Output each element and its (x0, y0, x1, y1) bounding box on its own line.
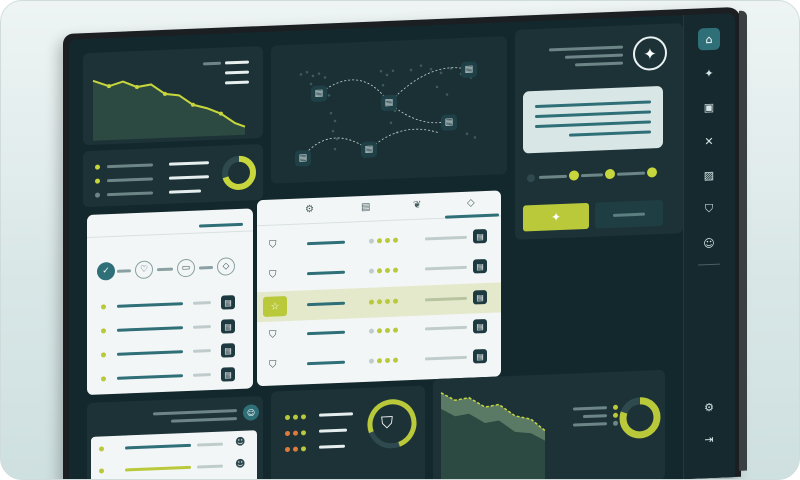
people-list: ☻ ☻ (91, 430, 257, 479)
check-shield-icon[interactable]: ✓ (97, 261, 115, 281)
secondary-button[interactable] (595, 199, 663, 229)
slider-step[interactable] (605, 168, 615, 180)
box-icon[interactable]: ◇ (467, 197, 475, 208)
placeholder-line (549, 45, 623, 52)
placeholder-line (575, 61, 623, 67)
clipboard-icon[interactable]: ▣ (698, 96, 720, 119)
users-icon[interactable]: ☺ (243, 404, 259, 421)
logout-icon[interactable]: ⇥ (698, 428, 720, 451)
settings-icon[interactable]: ⚙ (698, 396, 720, 419)
world-map-panel: ▤ ▤ ▤ ▤ ▤ ▤ (271, 36, 507, 184)
chat-bubble (523, 85, 663, 154)
trend-panel (433, 369, 665, 479)
background-card: ▤ ▤ ▤ ▤ ▤ ▤ ✦ ✦ ✓ ♡ ▭ ◇ ▤ ▤ ▤ ▤ ⚙ ▤ ❦ ◇ … (0, 0, 800, 480)
placeholder-line (107, 177, 153, 183)
placeholder-line (565, 53, 623, 59)
table-rows: ⛉ ▤ ⛉ ▤ ☆ ▤ ⛉ ▤ ⛉ ▤ (257, 222, 501, 382)
assistant-panel: ✦ ✦ (515, 23, 683, 240)
factory-marker-icon[interactable]: ▤ (381, 94, 397, 112)
factory-icon[interactable]: ▤ (361, 202, 370, 213)
sidebar-rail: ⌂ ✦ ▣ ✕ ▨ ⛉ ☺ ⚙ ⇥ (683, 13, 735, 479)
heart-hands-icon[interactable]: ♡ (135, 260, 153, 280)
security-panel: ⛉ (271, 385, 425, 479)
placeholder-line (107, 191, 153, 197)
area-chart-panel (83, 45, 263, 146)
placeholder-line (107, 163, 153, 169)
dashboard-screen: ▤ ▤ ▤ ▤ ▤ ▤ ✦ ✦ ✓ ♡ ▭ ◇ ▤ ▤ ▤ ▤ ⚙ ▤ ❦ ◇ … (69, 13, 735, 479)
value-line (169, 175, 209, 180)
rail-divider (698, 263, 720, 266)
factory-marker-icon[interactable]: ▤ (361, 141, 377, 159)
gear-icon[interactable]: ⚙ (305, 204, 314, 215)
factory-marker-icon[interactable]: ▤ (311, 85, 327, 103)
slider-step[interactable] (569, 170, 579, 181)
status-dot (95, 178, 100, 184)
value-line (169, 161, 209, 166)
status-dot (95, 192, 100, 198)
box-icon[interactable]: ◇ (217, 257, 235, 276)
factory-table-panel: ⚙ ▤ ❦ ◇ ⛉ ▤ ⛉ ▤ ☆ ▤ ⛉ ▤ ⛉ ▤ (257, 190, 501, 387)
sparkle-icon[interactable]: ✦ (698, 62, 720, 85)
factory-marker-icon[interactable]: ▤ (441, 114, 457, 131)
plant-icon[interactable]: ❦ (413, 200, 421, 211)
donut-chart (222, 155, 256, 190)
shield-icon[interactable]: ⛉ (698, 198, 720, 221)
status-dot (95, 164, 100, 170)
sparkle-icon[interactable]: ✦ (633, 35, 667, 72)
monitor-bezel (739, 10, 747, 471)
home-icon[interactable]: ⌂ (698, 27, 720, 51)
flow-list: ▤ ▤ ▤ ▤ (97, 291, 245, 393)
shield-icon: ⛉ (381, 412, 394, 433)
star-icon[interactable]: ☆ (263, 296, 287, 317)
people-panel: ☺ ☻ ☻ (87, 395, 263, 479)
flow-panel: ✓ ♡ ▭ ◇ ▤ ▤ ▤ ▤ (87, 208, 253, 396)
slider-step[interactable] (647, 167, 657, 178)
users-icon[interactable]: ☺ (698, 232, 720, 255)
monitor: ▤ ▤ ▤ ▤ ▤ ▤ ✦ ✦ ✓ ♡ ▭ ◇ ▤ ▤ ▤ ▤ ⚙ ▤ ❦ ◇ … (63, 6, 747, 479)
factory-marker-icon[interactable]: ▤ (295, 150, 311, 167)
chart-icon[interactable]: ▨ (698, 164, 720, 187)
network-icon[interactable]: ✕ (698, 130, 720, 153)
factory-marker-icon[interactable]: ▤ (461, 61, 477, 79)
document-icon[interactable]: ▭ (177, 258, 195, 278)
table-tabs: ⚙ ▤ ❦ ◇ (257, 190, 501, 227)
slider-start (527, 174, 535, 183)
stats-panel (83, 143, 263, 208)
value-line (169, 189, 201, 194)
bottom-donut-chart (619, 397, 661, 439)
generate-button[interactable]: ✦ (523, 202, 589, 232)
